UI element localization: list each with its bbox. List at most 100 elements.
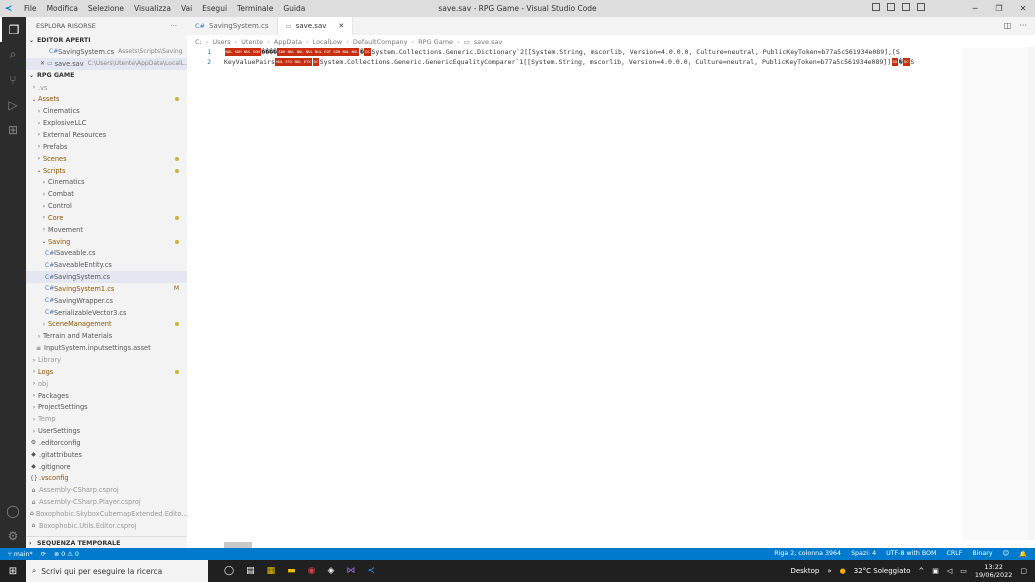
breadcrumb-item[interactable]: Users (212, 38, 230, 46)
unity-icon[interactable]: ◈ (327, 566, 334, 576)
editor-content[interactable]: 1 NUL SOH NUL SOH ���� SOH NUL NUL NUL N… (187, 47, 1035, 540)
menu-item-selezione[interactable]: Selezione (83, 0, 129, 17)
clock[interactable]: 13:22 19/06/2022 (975, 563, 1012, 579)
task-view-icon[interactable]: ▤ (246, 566, 255, 576)
breadcrumb-item[interactable]: DefaultCompany (353, 38, 408, 46)
folder-item[interactable]: › Library (26, 354, 187, 366)
file-item[interactable]: ◆ .gitignore (26, 461, 187, 473)
project-section[interactable]: ⌄ RPG GAME (26, 70, 187, 82)
folder-item[interactable]: ⌄ Saving (26, 236, 187, 248)
file-item[interactable]: ⌂ Boxophobic.Utils.Editor.csproj (26, 520, 187, 532)
cortana-icon[interactable]: ◯ (224, 566, 234, 576)
breadcrumb-item[interactable]: save.sav (474, 38, 503, 46)
file-explorer-icon[interactable]: ▬ (287, 566, 296, 576)
branch-indicator[interactable]: ⑂ main* (8, 551, 33, 558)
more-actions-icon[interactable]: ··· (1019, 21, 1027, 30)
problems-indicator[interactable]: ⊗ 0 ⚠ 0 (54, 551, 79, 558)
chevron-icon[interactable]: » (827, 567, 831, 575)
folder-item[interactable]: › Temp (26, 413, 187, 425)
close-editor-icon[interactable]: ✕ (40, 60, 45, 67)
file-item[interactable]: ◆ .gitattributes (26, 449, 187, 461)
desktop-label[interactable]: Desktop (790, 567, 819, 575)
more-actions-icon[interactable]: ··· (171, 22, 177, 30)
folder-item[interactable]: › .vs (26, 82, 187, 94)
tray-expand-icon[interactable]: ^ (918, 567, 924, 575)
file-item[interactable]: {} .vsconfig (26, 473, 187, 485)
breadcrumb-item[interactable]: RPG Game (418, 38, 453, 46)
indentation[interactable]: Spazi: 4 (851, 550, 876, 558)
breadcrumb-item[interactable]: C: (195, 38, 202, 46)
open-editors-section[interactable]: ⌄ EDITOR APERTI (26, 34, 187, 46)
close-icon[interactable]: ✕ (1011, 0, 1035, 17)
timeline-section[interactable]: › SEQUENZA TEMPORALE (26, 537, 187, 548)
open-editor-item[interactable]: ✕ ▭ save.sav C:\Users\Utente\AppData\LocalL… (26, 57, 187, 70)
folder-item[interactable]: › Cinematics (26, 176, 187, 188)
breadcrumb-item[interactable]: AppData (274, 38, 302, 46)
file-item[interactable]: C# SaveableEntity.cs (26, 259, 187, 271)
folder-item[interactable]: › Logs (26, 366, 187, 378)
breadcrumb-item[interactable]: LocalLow (313, 38, 343, 46)
calendar-app-icon[interactable]: ▦ (267, 566, 276, 576)
folder-item[interactable]: ⌄ Assets (26, 94, 187, 106)
folder-item[interactable]: › UserSettings (26, 425, 187, 437)
source-control-icon[interactable]: ⑂ (0, 67, 26, 92)
notification-center-icon[interactable]: ▢ (1020, 567, 1027, 575)
folder-item[interactable]: › Scenes (26, 153, 187, 165)
folder-item[interactable]: › obj (26, 378, 187, 390)
customize-layout-icon[interactable] (917, 3, 925, 11)
folder-item[interactable]: › ProjectSettings (26, 401, 187, 413)
manage-gear-icon[interactable]: ⚙ (0, 523, 26, 548)
vscode-taskbar-icon[interactable]: ≺ (367, 566, 375, 576)
account-icon[interactable]: ◯ (0, 498, 26, 523)
file-item[interactable]: ⌂ Assembly-CSharp.csproj (26, 484, 187, 496)
feedback-icon[interactable]: ☺ (1003, 550, 1010, 558)
folder-item[interactable]: › Control (26, 200, 187, 212)
run-debug-icon[interactable]: ▷ (0, 92, 26, 117)
toggle-sidebar-icon[interactable] (872, 3, 880, 11)
folder-item[interactable]: › Core (26, 212, 187, 224)
menu-item-esegui[interactable]: Esegui (197, 0, 232, 17)
taskbar-search[interactable]: ⌕ Scrivi qui per eseguire la ricerca (26, 560, 208, 582)
menu-item-visualizza[interactable]: Visualizza (129, 0, 176, 17)
file-item[interactable]: ⌂ Assembly-CSharp.Player.csproj (26, 496, 187, 508)
menu-item-terminale[interactable]: Terminale (232, 0, 278, 17)
extensions-icon[interactable]: ⊞ (0, 117, 26, 142)
folder-item[interactable]: › SceneManagement (26, 319, 187, 331)
vertical-scrollbar[interactable] (1028, 47, 1035, 540)
sync-icon[interactable]: ⟳ (41, 551, 46, 558)
language-mode[interactable]: Binary (972, 550, 992, 558)
volume-icon[interactable]: ◁ (947, 567, 952, 575)
file-item[interactable]: ≡ InputSystem.inputsettings.asset (26, 342, 187, 354)
folder-item[interactable]: › ExplosiveLLC (26, 117, 187, 129)
eol[interactable]: CRLF (946, 550, 962, 558)
file-item[interactable]: C# ISaveable.cs (26, 248, 187, 260)
open-editor-item[interactable]: C# SavingSystem.cs Assets\Scripts\Saving (26, 46, 187, 58)
explorer-icon[interactable]: ❐ (0, 17, 26, 42)
split-editor-icon[interactable]: ◫ (1004, 21, 1012, 30)
folder-item[interactable]: ⌄ Scripts (26, 165, 187, 177)
file-item[interactable]: C# SavingSystem1.cs M (26, 283, 187, 295)
file-item[interactable]: C# SavingWrapper.cs (26, 295, 187, 307)
menu-item-vai[interactable]: Vai (176, 0, 197, 17)
visual-studio-icon[interactable]: ⋈ (346, 566, 355, 576)
menu-item-guida[interactable]: Guida (278, 0, 310, 17)
chrome-icon[interactable]: ◉ (308, 566, 316, 576)
weather-text[interactable]: 32°C Soleggiato (854, 567, 911, 575)
folder-item[interactable]: › Prefabs (26, 141, 187, 153)
cursor-position[interactable]: Riga 2, colonna 3964 (774, 550, 841, 558)
windows-start-icon[interactable]: ⊞ (0, 566, 26, 577)
folder-item[interactable]: › Movement (26, 224, 187, 236)
breadcrumb-item[interactable]: Utente (241, 38, 263, 46)
menu-item-file[interactable]: File (19, 0, 42, 17)
notifications-icon[interactable]: 🔔 (1019, 550, 1027, 558)
file-item[interactable]: ⚙ .editorconfig (26, 437, 187, 449)
menu-item-modifica[interactable]: Modifica (42, 0, 83, 17)
folder-item[interactable]: › External Resources (26, 129, 187, 141)
search-icon[interactable]: ⌕ (0, 42, 26, 67)
restore-icon[interactable]: ❐ (987, 0, 1011, 17)
network-icon[interactable]: ▣ (932, 567, 939, 575)
toggle-panel-icon[interactable] (887, 3, 895, 11)
folder-item[interactable]: › Packages (26, 390, 187, 402)
tab-save-sav[interactable]: ▭ save.sav ✕ (277, 17, 354, 35)
language-icon[interactable]: ▭ (960, 567, 967, 575)
